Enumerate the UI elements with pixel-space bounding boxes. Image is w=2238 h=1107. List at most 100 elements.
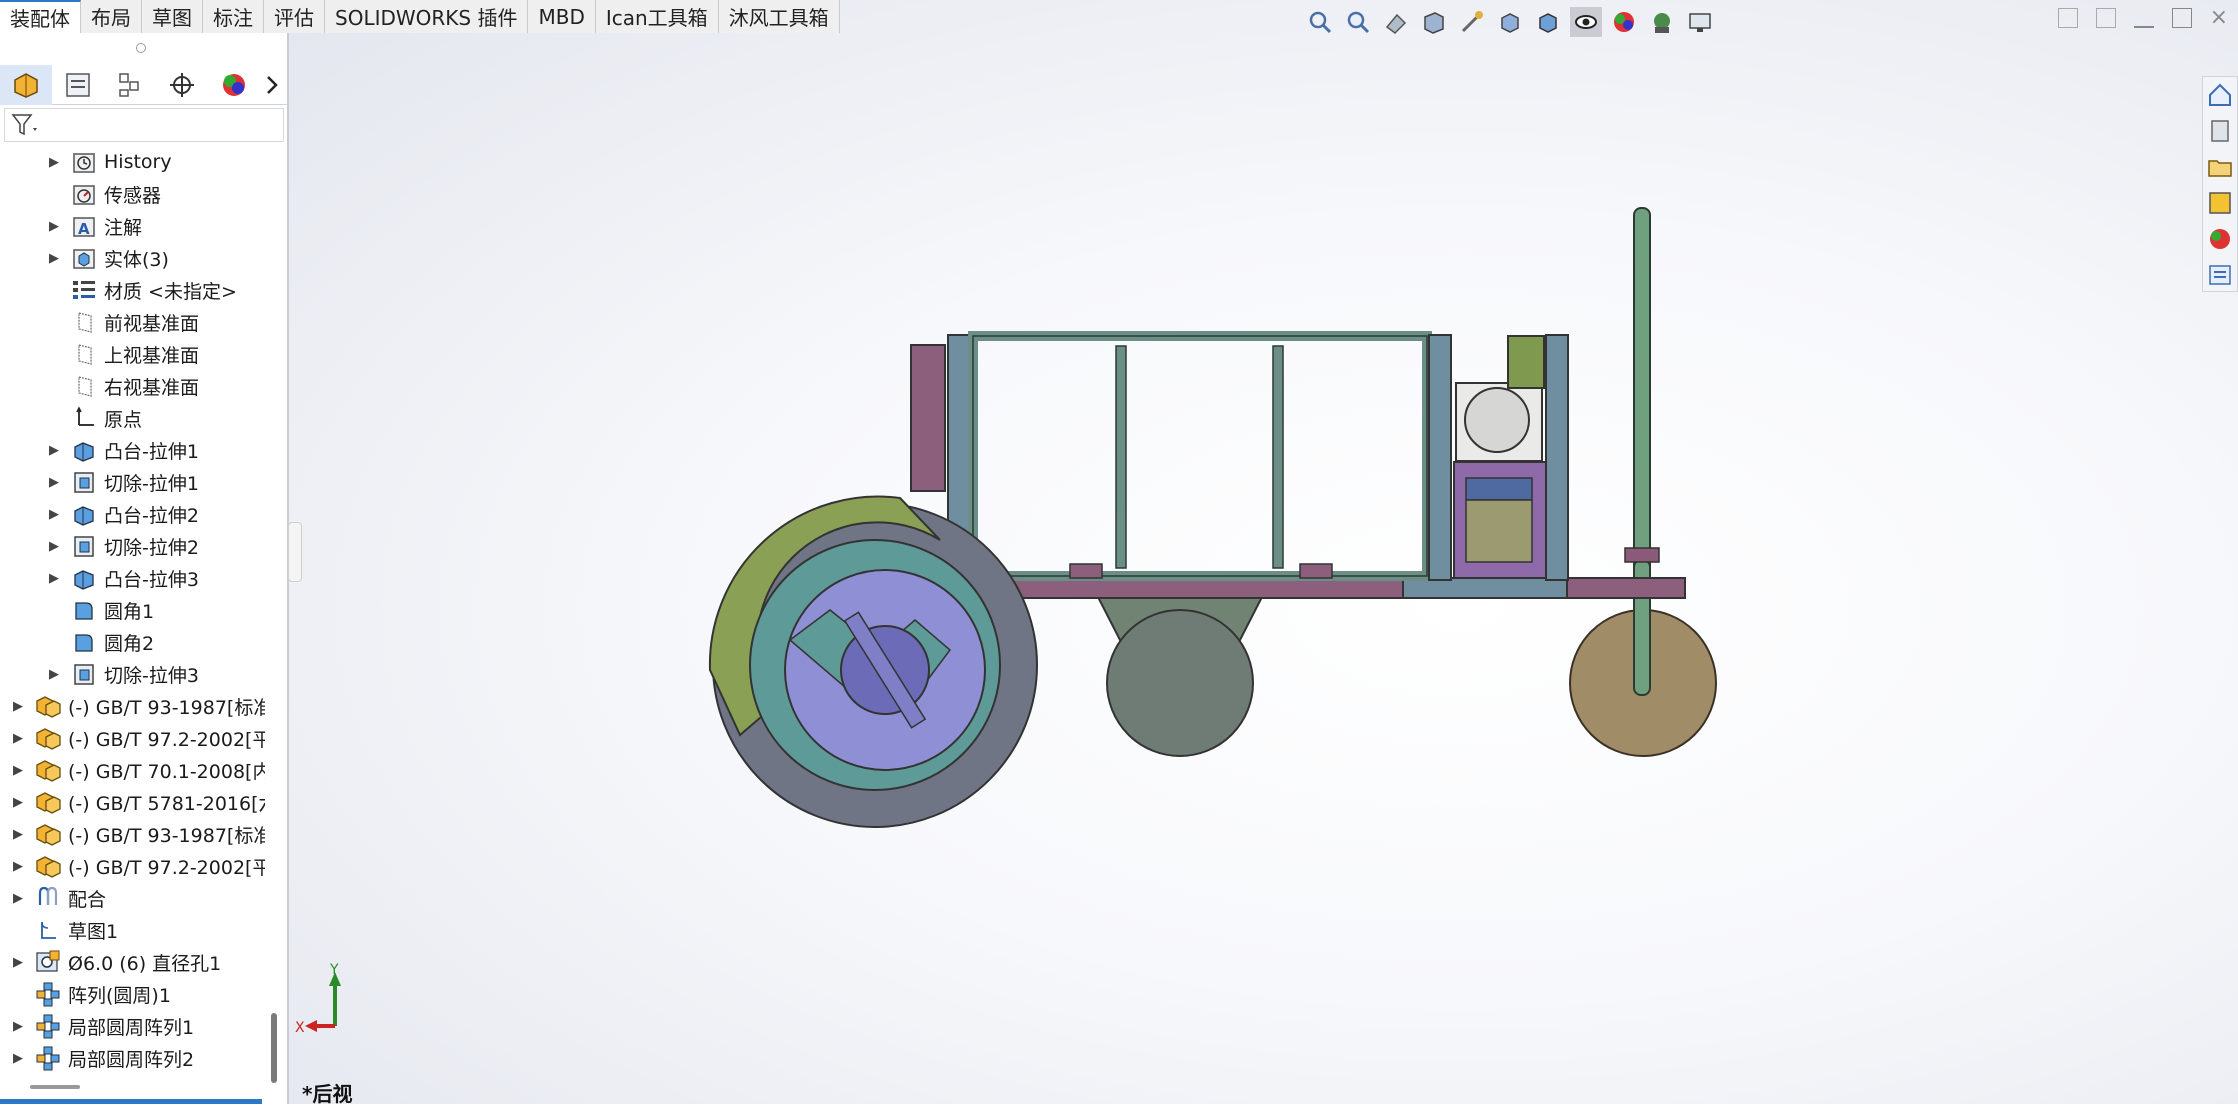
design-library-icon[interactable] — [2206, 117, 2234, 149]
tree-item[interactable]: 前视基准面 — [46, 306, 199, 338]
more-tabs-chevron-icon[interactable] — [260, 65, 284, 105]
tree-item[interactable]: ▶ 切除-拉伸2 — [46, 530, 199, 562]
tree-item[interactable]: ▶ (-) GB/T 97.2-2002[平 — [10, 722, 265, 754]
tree-item[interactable]: ▶ (-) GB/T 5781-2016[六 — [10, 786, 265, 818]
dynamic-annotation-icon[interactable] — [1456, 7, 1488, 37]
tree-item[interactable]: ▶ (-) GB/T 93-1987[标准 — [10, 690, 265, 722]
close-icon[interactable]: × — [2210, 7, 2228, 29]
tree-item[interactable]: 草图1 — [10, 914, 118, 946]
configuration-manager-tab[interactable] — [104, 65, 156, 105]
tree-item[interactable]: ▶ 实体(3) — [46, 242, 169, 274]
tree-item[interactable]: 圆角2 — [46, 626, 154, 658]
tree-item[interactable]: ▶ 切除-拉伸3 — [46, 658, 199, 690]
edit-appearance-icon[interactable] — [1608, 7, 1640, 37]
tree-item[interactable]: ▶ 凸台-拉伸1 — [46, 434, 199, 466]
expand-arrow-icon[interactable]: ▶ — [10, 763, 26, 778]
appearances-icon[interactable] — [2206, 225, 2234, 257]
expand-arrow-icon[interactable]: ▶ — [10, 891, 26, 906]
tab-3[interactable]: 标注 — [203, 0, 264, 33]
view-settings-icon[interactable] — [1684, 7, 1716, 37]
expand-arrow-icon[interactable]: ▶ — [46, 539, 62, 554]
previous-view-icon[interactable] — [1380, 7, 1412, 37]
zoom-to-area-icon[interactable] — [1342, 7, 1374, 37]
expand-arrow-icon[interactable]: ▶ — [46, 571, 62, 586]
hide-show-items-icon[interactable] — [1570, 7, 1602, 37]
tab-5[interactable]: SOLIDWORKS 插件 — [325, 0, 529, 33]
tree-filter[interactable] — [4, 108, 284, 142]
triad-x-label: X — [295, 1020, 305, 1036]
tile-right-icon[interactable] — [2095, 8, 2116, 28]
tree-item[interactable]: ▶ 局部圆周阵列2 — [10, 1042, 194, 1074]
tree-item[interactable]: ▶ (-) GB/T 93-1987[标准 — [10, 818, 265, 850]
circular-pattern-icon — [34, 981, 62, 1007]
expand-arrow-icon[interactable]: ▶ — [10, 827, 26, 842]
tree-item[interactable]: 材质 <未指定> — [46, 274, 237, 306]
apply-scene-icon[interactable] — [1646, 7, 1678, 37]
display-manager-tab[interactable] — [208, 65, 260, 105]
expand-arrow-icon[interactable]: ▶ — [46, 251, 62, 266]
tab-0[interactable]: 装配体 — [0, 0, 81, 33]
restore-icon[interactable] — [2171, 8, 2192, 28]
tab-6[interactable]: MBD — [528, 0, 596, 33]
expand-arrow-icon[interactable]: ▶ — [46, 443, 62, 458]
home-icon[interactable] — [2206, 81, 2234, 113]
expand-arrow-icon[interactable]: ▶ — [10, 1051, 26, 1066]
tree-item[interactable]: ▶ History — [46, 146, 172, 178]
boss-extrude-icon — [70, 437, 98, 463]
feature-manager-tab[interactable] — [0, 64, 52, 105]
mates-icon — [34, 885, 62, 911]
zoom-to-fit-icon[interactable] — [1304, 7, 1336, 37]
tree-item[interactable]: 圆角1 — [46, 594, 154, 626]
expand-arrow-icon[interactable]: ▶ — [10, 699, 26, 714]
tree-item[interactable]: 传感器 — [46, 178, 161, 210]
tree-item-label: 圆角1 — [104, 600, 155, 623]
tab-4[interactable]: 评估 — [264, 0, 325, 33]
horizontal-scrollbar[interactable] — [30, 1085, 80, 1089]
tab-2[interactable]: 草图 — [142, 0, 203, 33]
sensor-icon — [70, 181, 98, 207]
tree-item[interactable]: 上视基准面 — [46, 338, 199, 370]
tree-item[interactable]: ▶ Ø6.0 (6) 直径孔1 — [10, 946, 221, 978]
expand-arrow-icon[interactable]: ▶ — [46, 667, 62, 682]
tree-item[interactable]: 阵列(圆周)1 — [10, 978, 171, 1010]
tree-scrollbar[interactable] — [271, 1013, 277, 1083]
tree-item[interactable]: ▶ 局部圆周阵列1 — [10, 1010, 194, 1042]
tree-item[interactable]: 原点 — [46, 402, 142, 434]
tree-item[interactable]: ▶ (-) GB/T 70.1-2008[内 — [10, 754, 265, 786]
expand-arrow-icon[interactable]: ▶ — [46, 507, 62, 522]
expand-arrow-icon[interactable]: ▶ — [10, 1019, 26, 1034]
view-palette-icon[interactable] — [2206, 189, 2234, 221]
custom-properties-icon[interactable] — [2206, 261, 2234, 293]
expand-arrow-icon[interactable]: ▶ — [10, 955, 26, 970]
expand-arrow-icon[interactable]: ▶ — [10, 859, 26, 874]
dimxpert-manager-tab[interactable] — [156, 65, 208, 105]
tree-item[interactable]: 右视基准面 — [46, 370, 199, 402]
panel-collapse-handle[interactable] — [288, 522, 302, 582]
tab-1[interactable]: 布局 — [81, 0, 142, 33]
tree-item[interactable]: ▶ 配合 — [10, 882, 106, 914]
feature-manager-panel: ▶ History 传感器 ▶ A 注解 ▶ 实体(3) 材质 <未指定> 前视基准面 上视基准面右… — [0, 33, 289, 1104]
tree-item[interactable]: ▶ 切除-拉伸1 — [46, 466, 199, 498]
minimize-icon[interactable] — [2133, 8, 2154, 28]
expand-arrow-icon[interactable]: ▶ — [46, 155, 62, 170]
section-view-icon[interactable] — [1418, 7, 1450, 37]
tree-item[interactable]: ▶ A 注解 — [46, 210, 142, 242]
view-orientation-icon[interactable] — [1494, 7, 1526, 37]
panel-grip[interactable] — [136, 43, 146, 53]
display-style-icon[interactable] — [1532, 7, 1564, 37]
tab-7[interactable]: Ican工具箱 — [595, 0, 719, 33]
expand-arrow-icon[interactable]: ▶ — [46, 475, 62, 490]
expand-arrow-icon[interactable]: ▶ — [10, 731, 26, 746]
tab-8[interactable]: 沐风工具箱 — [718, 0, 840, 33]
tree-item[interactable]: ▶ 凸台-拉伸2 — [46, 498, 199, 530]
file-explorer-icon[interactable] — [2206, 153, 2234, 185]
expand-arrow-icon[interactable]: ▶ — [46, 219, 62, 234]
tree-item[interactable]: ▶ 凸台-拉伸3 — [46, 562, 199, 594]
tree-item-label: 局部圆周阵列1 — [68, 1016, 195, 1039]
property-manager-tab[interactable] — [52, 65, 104, 105]
expand-arrow-icon[interactable]: ▶ — [10, 795, 26, 810]
tile-left-icon[interactable] — [2057, 8, 2078, 28]
graphics-area[interactable]: × Y X — [289, 0, 2238, 1104]
assembly-model[interactable] — [289, 0, 2238, 1104]
tree-item[interactable]: ▶ (-) GB/T 97.2-2002[平 — [10, 850, 265, 882]
